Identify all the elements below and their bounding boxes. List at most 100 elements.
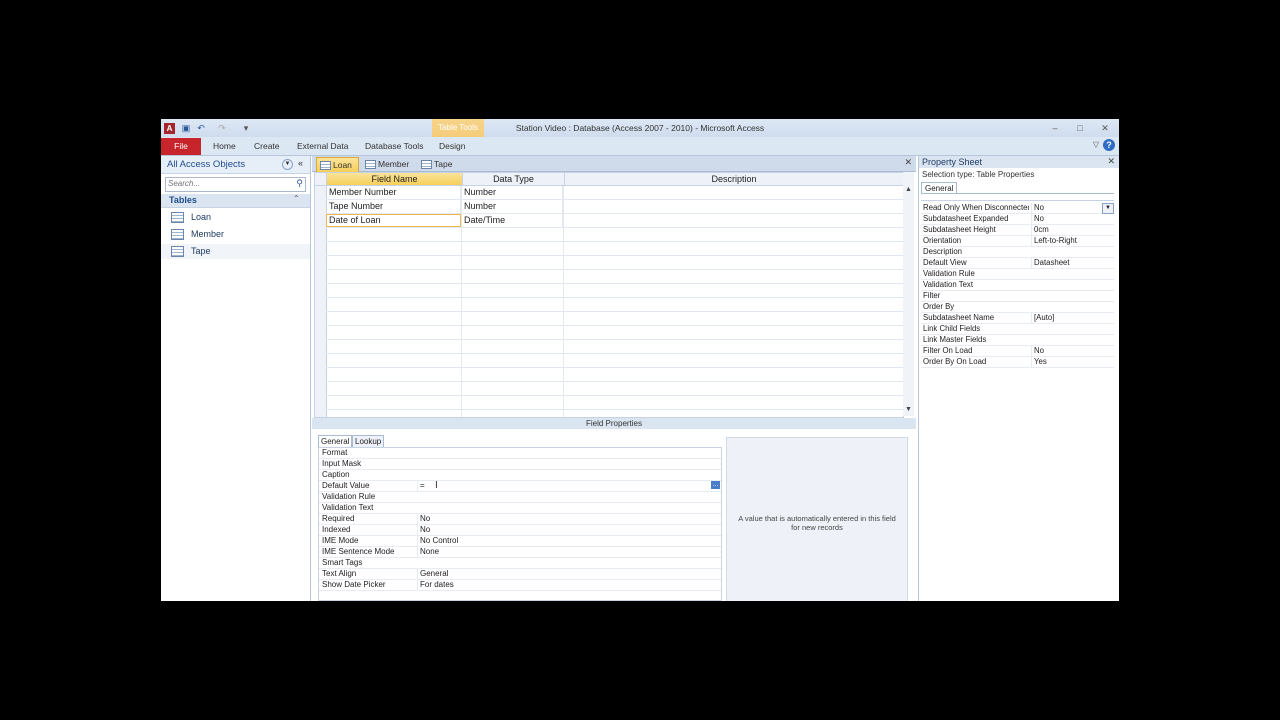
nav-search-input[interactable] [166,178,286,189]
property-row-ime-mode[interactable]: IME Mode No Control [319,536,721,547]
property-value[interactable]: Datasheet [1031,258,1114,268]
nav-header[interactable]: All Access Objects ▼ « [161,156,310,174]
property-row[interactable]: Filter On Load No [921,346,1114,357]
row-selector-header[interactable] [315,173,327,185]
description-cell[interactable] [563,200,902,213]
property-row-validation-text[interactable]: Validation Text [319,503,721,514]
property-row-input-mask[interactable]: Input Mask [319,459,721,470]
doc-tab-member[interactable]: Member [362,157,415,171]
empty-row[interactable] [326,312,903,326]
column-header-description[interactable]: Description [565,173,903,185]
property-value[interactable]: 0cm [1031,225,1114,235]
scroll-down-icon[interactable]: ▼ [905,406,912,413]
property-row-caption[interactable]: Caption [319,470,721,481]
close-icon[interactable]: ✕ [1098,123,1112,133]
property-row-default-value[interactable]: Default Value = I … [319,480,721,492]
empty-row[interactable] [326,228,903,242]
empty-row[interactable] [326,298,903,312]
default-value-input[interactable]: = [417,481,720,491]
nav-item-member[interactable]: Member [161,227,310,242]
description-cell[interactable] [563,214,902,227]
minimize-icon[interactable]: – [1048,123,1062,133]
property-row[interactable]: Validation Rule [921,269,1114,280]
chevron-down-icon[interactable]: ▼ [282,159,293,170]
tab-external-data[interactable]: External Data [297,138,349,155]
tab-file[interactable]: File [161,138,201,155]
property-row-show-date-picker[interactable]: Show Date Picker For dates [319,580,721,591]
column-header-data-type[interactable]: Data Type [463,173,565,185]
nav-item-tape[interactable]: Tape [161,244,310,259]
doc-tab-tape[interactable]: Tape [418,157,458,171]
shutter-bar-collapse-icon[interactable]: « [298,158,303,168]
empty-row[interactable] [326,256,903,270]
data-type-cell[interactable]: Number [461,186,563,199]
property-row[interactable]: Subdatasheet Height 0cm [921,225,1114,236]
empty-row[interactable] [326,382,903,396]
property-row[interactable]: Description [921,247,1114,258]
chevron-up-icon[interactable]: ⌃ [293,194,300,203]
grid-vertical-scrollbar[interactable]: ▲ ▼ [903,172,914,416]
table-row[interactable]: Date of Loan Date/Time [326,214,903,228]
data-type-cell[interactable]: Number [461,200,563,213]
property-row-text-align[interactable]: Text Align General [319,569,721,580]
property-value[interactable]: No [417,525,720,535]
empty-row[interactable] [326,396,903,410]
empty-row[interactable] [326,326,903,340]
property-row[interactable]: Subdatasheet Name [Auto] [921,313,1114,324]
empty-row[interactable] [326,284,903,298]
property-row[interactable]: Subdatasheet Expanded No [921,214,1114,225]
tab-design[interactable]: Design [439,138,465,155]
chevron-down-icon[interactable]: ▼ [1102,203,1114,214]
empty-row[interactable] [326,340,903,354]
table-row[interactable]: Member Number Number [326,186,903,200]
property-value[interactable]: No [1031,214,1114,224]
empty-row[interactable] [326,368,903,382]
table-row[interactable]: Tape Number Number [326,200,903,214]
nav-item-loan[interactable]: Loan [161,210,310,225]
minimize-ribbon-icon[interactable]: ▽ [1093,140,1099,149]
search-icon[interactable]: ⚲ [296,178,303,189]
property-row[interactable]: Read Only When Disconnected No ▼ [921,203,1114,214]
tab-general[interactable]: General [318,435,353,447]
property-row[interactable]: Orientation Left-to-Right [921,236,1114,247]
close-document-icon[interactable]: ✕ [904,157,912,168]
property-row[interactable]: Order By [921,302,1114,313]
property-row[interactable]: Link Child Fields [921,324,1114,335]
close-icon[interactable]: ✕ [1107,156,1115,167]
property-row-smart-tags[interactable]: Smart Tags [319,558,721,569]
column-header-field-name[interactable]: Field Name [327,173,463,185]
property-value[interactable]: For dates [417,580,720,590]
property-value[interactable]: None [417,547,720,557]
maximize-icon[interactable]: □ [1073,123,1087,133]
property-value[interactable]: [Auto] [1031,313,1114,323]
property-row-format[interactable]: Format [319,448,721,459]
doc-tab-loan[interactable]: Loan [316,157,359,172]
description-cell[interactable] [563,186,902,199]
property-value[interactable]: No Control [417,536,720,546]
property-row[interactable]: Filter [921,291,1114,302]
property-row-indexed[interactable]: Indexed No [319,525,721,536]
tab-home[interactable]: Home [213,138,236,155]
data-type-cell[interactable]: Date/Time [461,214,563,227]
property-row[interactable]: Default View Datasheet [921,258,1114,269]
property-row-ime-sentence-mode[interactable]: IME Sentence Mode None [319,547,721,558]
tab-database-tools[interactable]: Database Tools [365,138,423,155]
property-row[interactable]: Order By On Load Yes [921,357,1114,368]
expression-builder-button[interactable]: … [711,481,720,489]
property-value[interactable]: General [417,569,720,579]
field-name-cell[interactable]: Tape Number [326,200,461,213]
property-value[interactable]: Left-to-Right [1031,236,1114,246]
field-name-cell[interactable]: Date of Loan [326,214,461,227]
field-name-cell[interactable]: Member Number [326,186,461,199]
property-row[interactable]: Link Master Fields [921,335,1114,346]
nav-group-tables[interactable]: Tables ⌃ [161,194,310,208]
property-row[interactable]: Validation Text [921,280,1114,291]
property-value[interactable]: No [1031,346,1114,356]
empty-row[interactable] [326,270,903,284]
property-row-validation-rule[interactable]: Validation Rule [319,492,721,503]
property-value[interactable]: No [417,514,720,524]
property-value[interactable]: Yes [1031,357,1114,367]
scroll-up-icon[interactable]: ▲ [905,186,912,193]
empty-row[interactable] [326,242,903,256]
property-row-required[interactable]: Required No [319,514,721,525]
